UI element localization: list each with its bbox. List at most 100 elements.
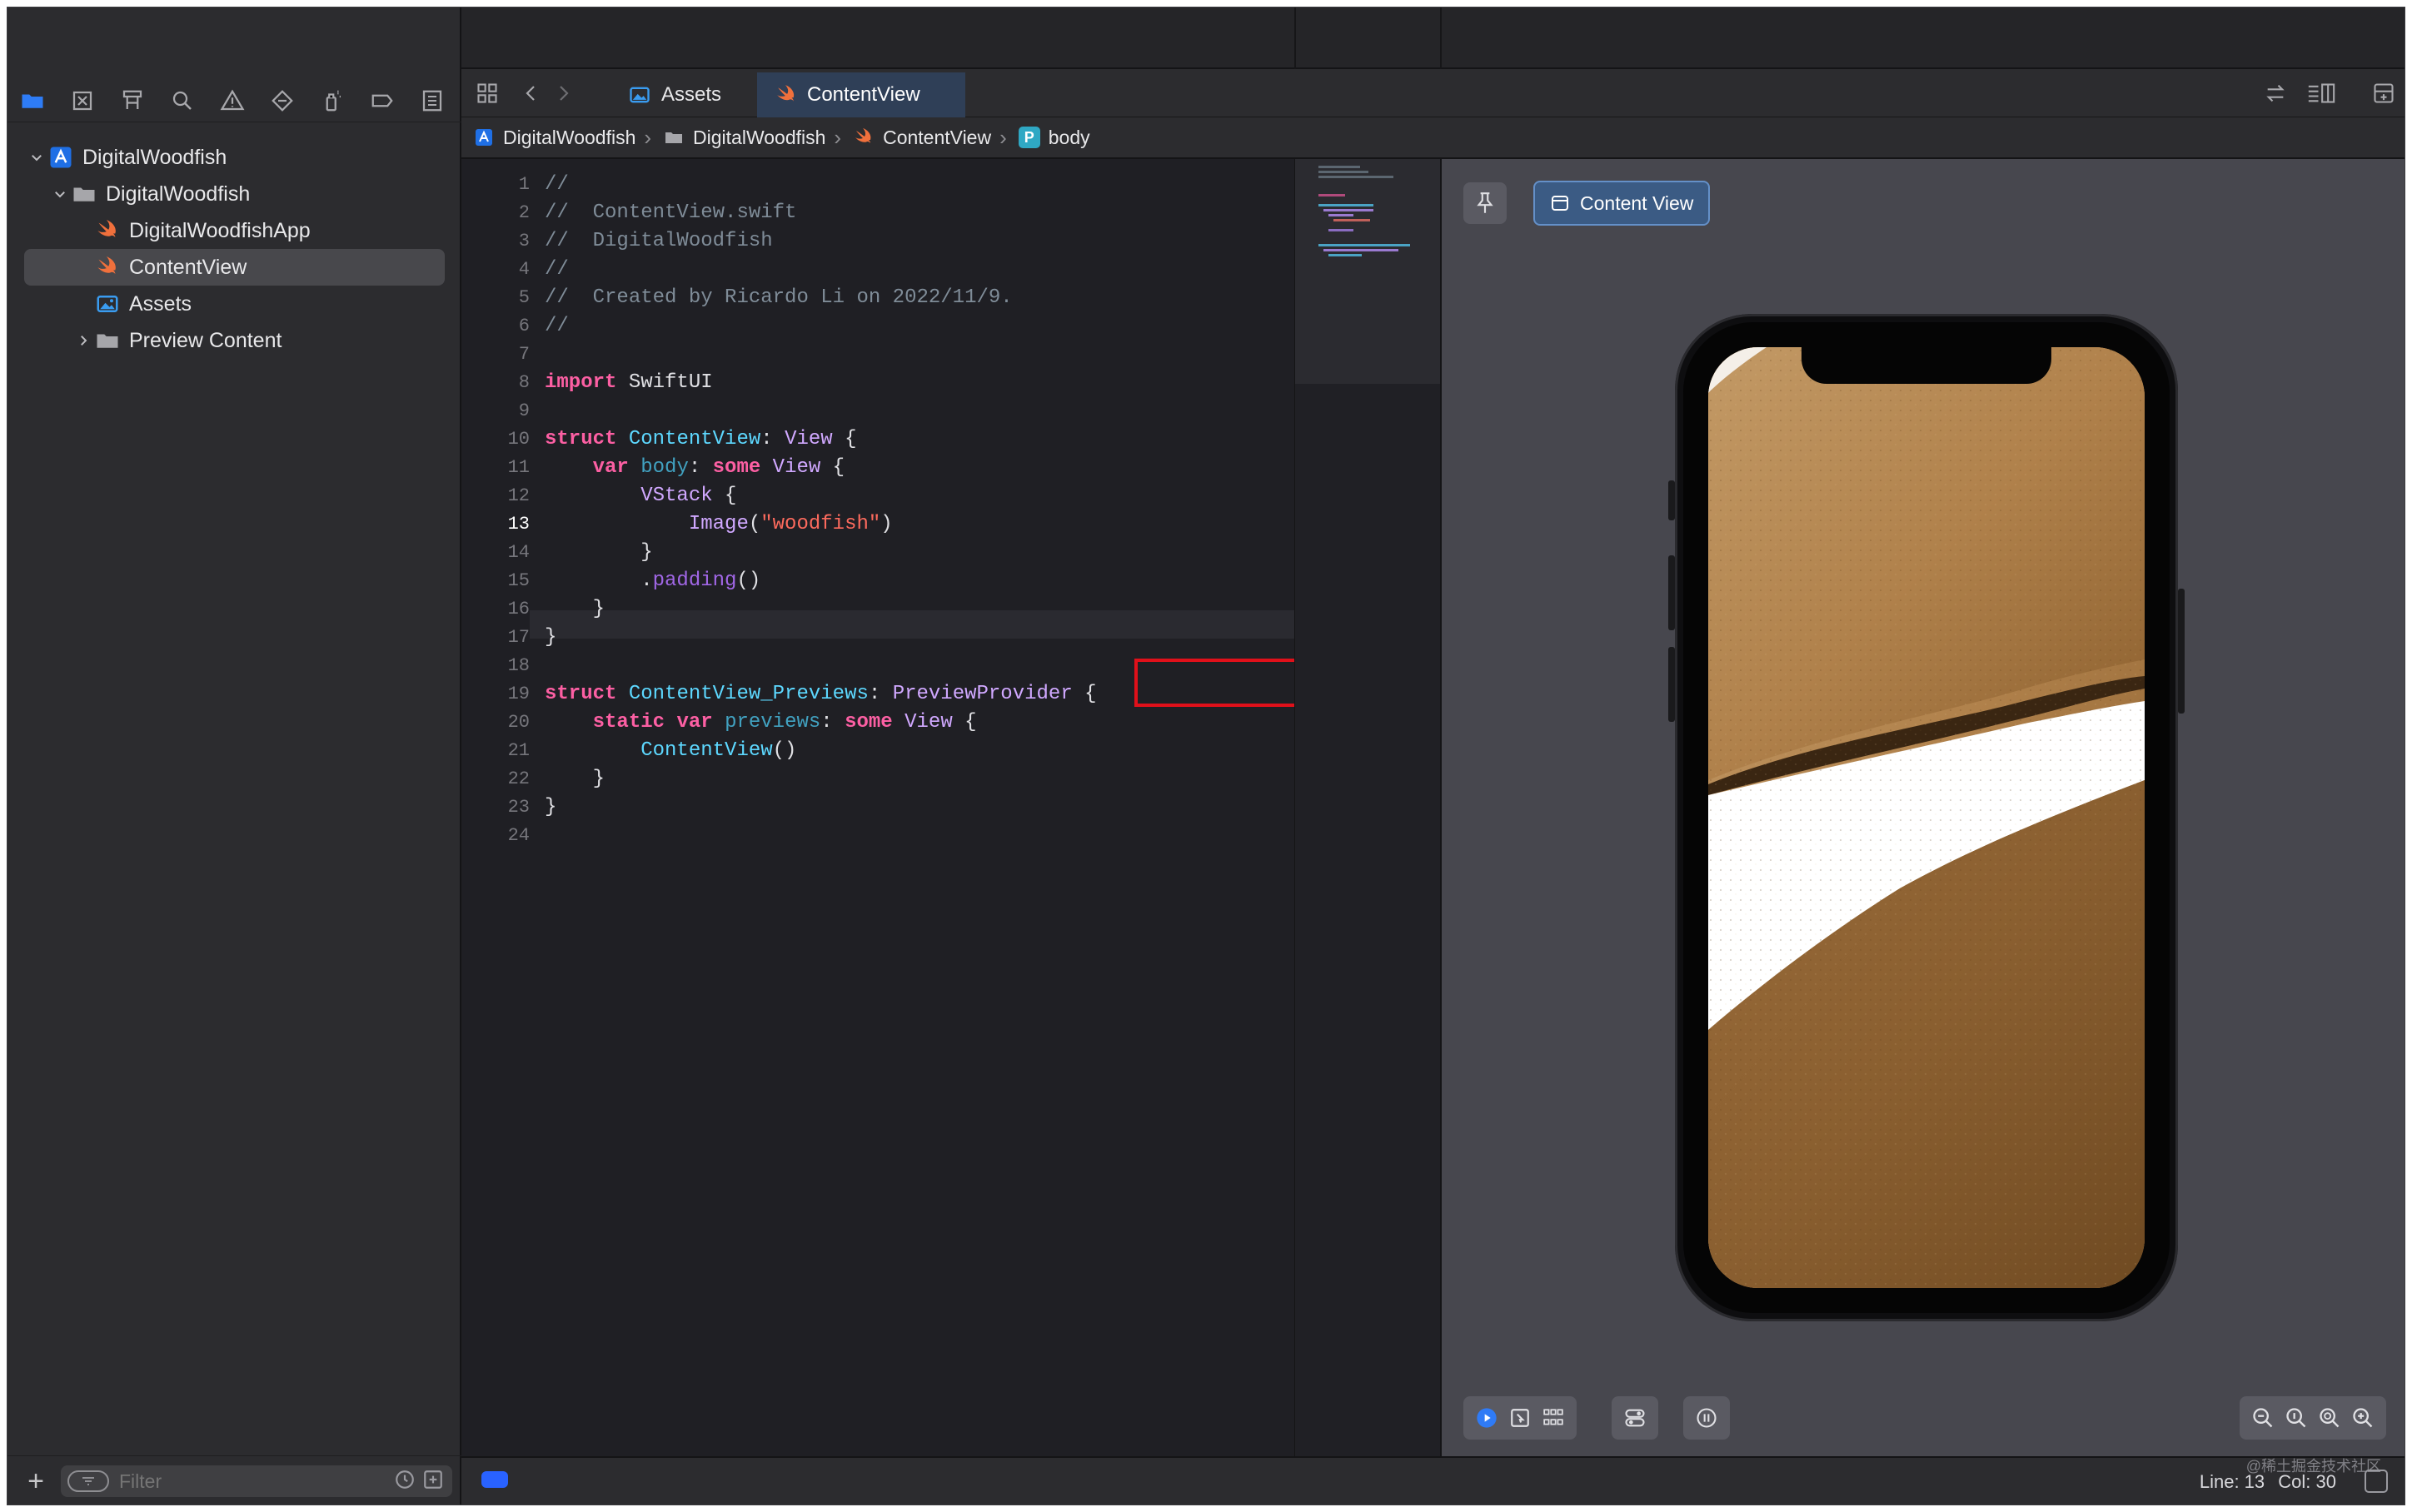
content-view-preview-button[interactable]: Content View (1533, 181, 1711, 226)
chevron-down-icon[interactable] (26, 147, 47, 168)
tab-assets[interactable]: Assets (610, 72, 743, 117)
zoom-out-button[interactable] (2246, 1401, 2280, 1435)
forward-button[interactable] (548, 69, 578, 117)
debug-navigator-tab[interactable] (307, 81, 357, 121)
breakpoint-navigator-tab[interactable] (357, 81, 407, 121)
selectable-mode-button[interactable] (1503, 1401, 1537, 1435)
live-preview-button[interactable] (1470, 1401, 1503, 1435)
line-number[interactable]: 17 (461, 624, 530, 652)
code-line[interactable]: VStack { (545, 482, 1294, 510)
breadcrumb-file[interactable]: ContentView › (853, 125, 1007, 151)
minimap-viewport[interactable] (1295, 159, 1441, 384)
breadcrumb-symbol[interactable]: P body (1018, 127, 1090, 149)
zoom-in-button[interactable] (2346, 1401, 2380, 1435)
variants-button[interactable] (1537, 1401, 1570, 1435)
project-navigator-tab[interactable] (7, 81, 57, 121)
code-line[interactable]: import SwiftUI (545, 369, 1294, 397)
chevron-down-icon[interactable] (49, 183, 71, 205)
zoom-actual-size-button[interactable] (2280, 1401, 2313, 1435)
pin-preview-button[interactable] (1463, 182, 1507, 224)
line-number[interactable]: 5 (461, 284, 530, 312)
code-line[interactable]: // DigitalWoodfish (545, 227, 1294, 256)
code-line[interactable]: // Created by Ricardo Li on 2022/11/9. (545, 284, 1294, 312)
debug-area-toggle[interactable] (481, 1471, 508, 1488)
tree-row-folder[interactable]: Preview Content (7, 322, 461, 359)
chevron-right-icon[interactable] (72, 330, 94, 351)
line-number[interactable]: 10 (461, 425, 530, 454)
tree-row-group[interactable]: DigitalWoodfish (7, 176, 461, 212)
code-token: PreviewProvider (892, 683, 1073, 705)
line-number[interactable]: 18 (461, 652, 530, 680)
code-line[interactable]: // ContentView.swift (545, 199, 1294, 227)
code-line[interactable]: } (545, 765, 1294, 793)
tree-row-file[interactable]: Assets (7, 286, 461, 322)
code-lines[interactable]: // // ContentView.swift // DigitalWoodfish… (545, 171, 1294, 850)
code-line[interactable]: } (545, 793, 1294, 822)
code-review-button[interactable] (2256, 69, 2295, 117)
tree-row-project[interactable]: DigitalWoodfish (7, 139, 461, 176)
code-line[interactable] (545, 341, 1294, 369)
line-number[interactable]: 2 (461, 199, 530, 227)
symbol-navigator-tab[interactable] (107, 81, 157, 121)
tree-row-file-selected[interactable]: ContentView (24, 249, 445, 286)
code-line[interactable] (545, 397, 1294, 425)
filter-options-icon[interactable] (67, 1470, 109, 1492)
line-number[interactable]: 4 (461, 256, 530, 284)
line-number[interactable]: 13 (461, 510, 530, 539)
add-file-button[interactable]: + (19, 1465, 52, 1498)
filter-field[interactable] (61, 1465, 452, 1497)
line-number[interactable]: 24 (461, 822, 530, 850)
code-line[interactable]: // (545, 312, 1294, 341)
line-number[interactable]: 14 (461, 539, 530, 567)
line-number[interactable]: 15 (461, 567, 530, 595)
minimap[interactable] (1294, 159, 1441, 1456)
line-number[interactable]: 19 (461, 680, 530, 709)
filter-input[interactable] (117, 1469, 371, 1494)
line-number[interactable]: 11 (461, 454, 530, 482)
code-line[interactable]: Image("woodfish") (545, 510, 1294, 539)
line-number[interactable]: 22 (461, 765, 530, 793)
code-line[interactable]: static var previews: some View { (545, 709, 1294, 737)
add-editor-button[interactable] (2365, 69, 2403, 117)
breadcrumb-project[interactable]: DigitalWoodfish › (473, 125, 651, 151)
code-line[interactable]: // (545, 256, 1294, 284)
code-line[interactable] (545, 822, 1294, 850)
preview-info-button[interactable] (1690, 1401, 1723, 1435)
line-number[interactable]: 23 (461, 793, 530, 822)
find-navigator-tab[interactable] (157, 81, 207, 121)
line-number[interactable]: 1 (461, 171, 530, 199)
code-line[interactable]: // (545, 171, 1294, 199)
tree-row-file[interactable]: DigitalWoodfishApp (7, 212, 461, 249)
code-line[interactable]: } (545, 595, 1294, 624)
issue-navigator-tab[interactable] (207, 81, 257, 121)
test-navigator-tab[interactable] (257, 81, 307, 121)
source-editor[interactable]: 1 2 3 4 5 6 7 8 9 10 11 12 13 14 15 16 17 18 19 20 21 22 23 24 … (461, 159, 1418, 1456)
line-number[interactable]: 3 (461, 227, 530, 256)
source-control-filter-icon[interactable] (422, 1469, 444, 1495)
line-number[interactable]: 7 (461, 341, 530, 369)
line-number[interactable]: 6 (461, 312, 530, 341)
line-number[interactable]: 12 (461, 482, 530, 510)
code-line[interactable]: ContentView() (545, 737, 1294, 765)
line-number[interactable]: 16 (461, 595, 530, 624)
line-number[interactable]: 9 (461, 397, 530, 425)
code-line[interactable]: } (545, 624, 1294, 652)
line-number[interactable]: 8 (461, 369, 530, 397)
zoom-to-fit-button[interactable] (2313, 1401, 2346, 1435)
line-number[interactable]: 21 (461, 737, 530, 765)
editor-options-button[interactable] (2300, 69, 2343, 117)
tab-contentview[interactable]: ContentView (757, 72, 965, 117)
source-control-tab[interactable] (57, 81, 107, 121)
toggle-panel-icon[interactable] (2365, 1470, 2388, 1493)
code-line[interactable]: } (545, 539, 1294, 567)
line-number[interactable]: 20 (461, 709, 530, 737)
recent-files-icon[interactable] (394, 1469, 416, 1495)
breadcrumb-group[interactable]: DigitalWoodfish › (663, 125, 841, 151)
related-items-button[interactable] (466, 69, 508, 117)
code-line[interactable]: .padding() (545, 567, 1294, 595)
back-button[interactable] (516, 69, 546, 117)
report-navigator-tab[interactable] (407, 81, 457, 121)
code-line[interactable]: struct ContentView: View { (545, 425, 1294, 454)
device-settings-button[interactable] (1618, 1401, 1652, 1435)
code-line[interactable]: var body: some View { (545, 454, 1294, 482)
